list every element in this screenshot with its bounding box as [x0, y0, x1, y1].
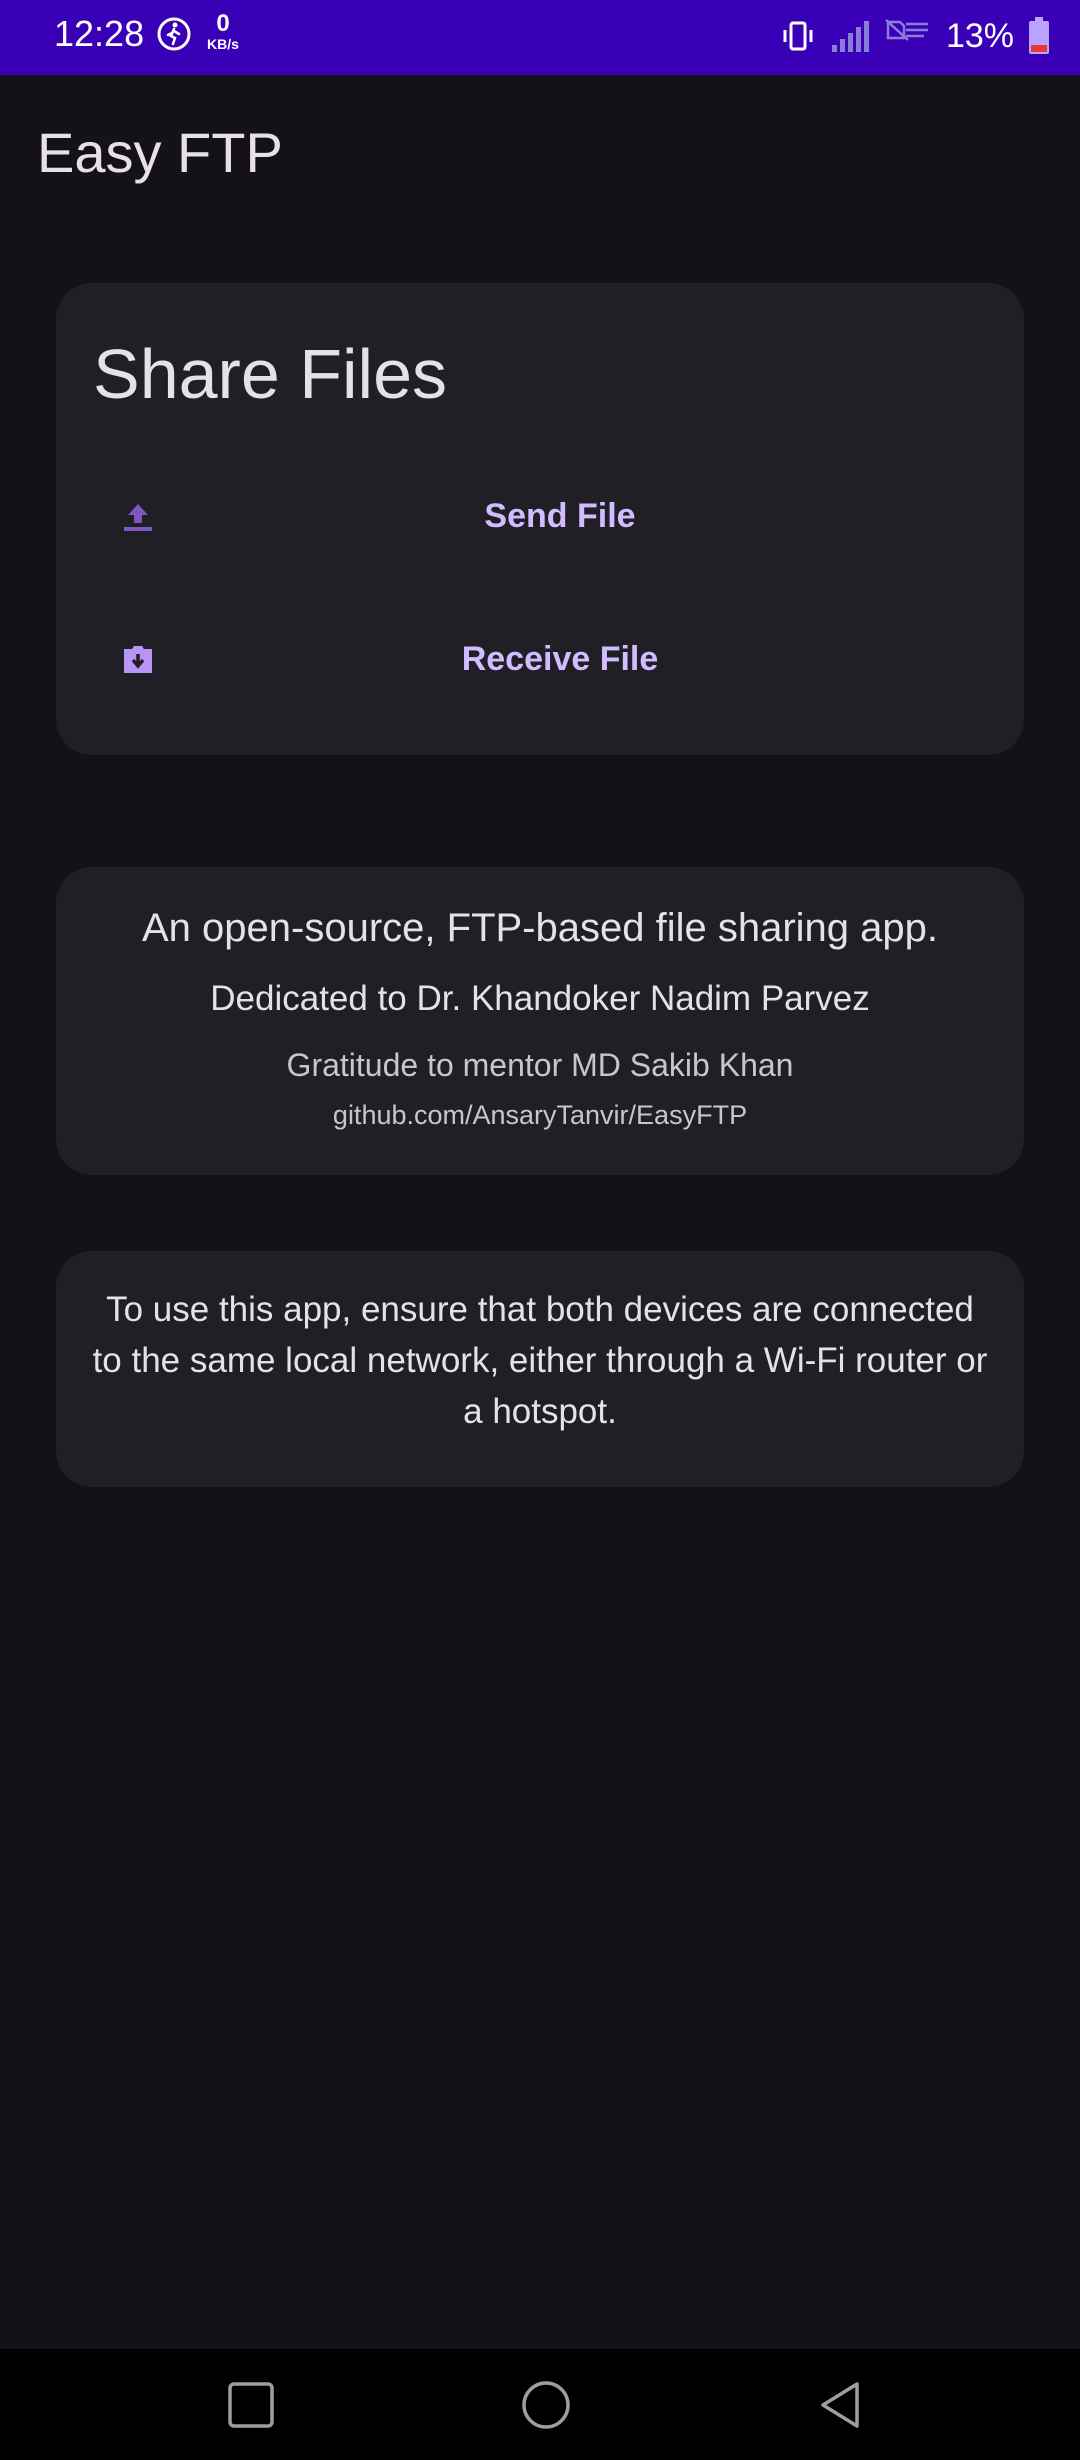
- share-files-title: Share Files: [93, 335, 448, 413]
- send-file-button[interactable]: Send File: [56, 461, 1024, 571]
- status-bar: 12:28 0 KB/s 13%: [0, 0, 1080, 75]
- receive-file-button[interactable]: Receive File: [56, 604, 1024, 714]
- app-title: Easy FTP: [37, 121, 283, 184]
- app-description: An open-source, FTP-based file sharing a…: [142, 906, 938, 950]
- network-speed-unit: KB/s: [207, 36, 239, 52]
- no-sim-icon: [885, 19, 928, 41]
- send-file-label: Send File: [484, 497, 636, 535]
- recents-button[interactable]: [223, 2377, 279, 2433]
- dedication-text: Dedicated to Dr. Khandoker Nadim Parvez: [210, 979, 870, 1018]
- vibrate-icon: [783, 21, 813, 51]
- network-speed: 0 KB/s: [200, 10, 246, 53]
- activity-icon: [157, 17, 191, 51]
- battery-icon: [1029, 17, 1049, 54]
- about-card: An open-source, FTP-based file sharing a…: [56, 867, 1024, 1175]
- network-info-card: To use this app, ensure that both device…: [56, 1251, 1024, 1487]
- status-icons: 13%: [780, 14, 1050, 58]
- home-button[interactable]: [518, 2377, 574, 2433]
- screen: 12:28 0 KB/s 13% Easy FTP Share Files Se…: [0, 0, 1080, 2460]
- back-button[interactable]: [813, 2377, 869, 2433]
- network-info-text: To use this app, ensure that both device…: [92, 1290, 988, 1431]
- battery-percent: 13%: [945, 17, 1014, 55]
- signal-icon: [831, 21, 869, 52]
- network-speed-value: 0: [216, 10, 230, 37]
- status-time: 12:28: [54, 13, 145, 54]
- repo-link[interactable]: github.com/AnsaryTanvir/EasyFTP: [56, 1097, 1024, 1133]
- receive-file-label: Receive File: [461, 640, 659, 678]
- send-file-button[interactable]: [56, 745, 1024, 855]
- gratitude-text: Gratitude to mentor MD Sakib Khan: [286, 1047, 794, 1083]
- navigation-bar: [0, 2349, 1080, 2460]
